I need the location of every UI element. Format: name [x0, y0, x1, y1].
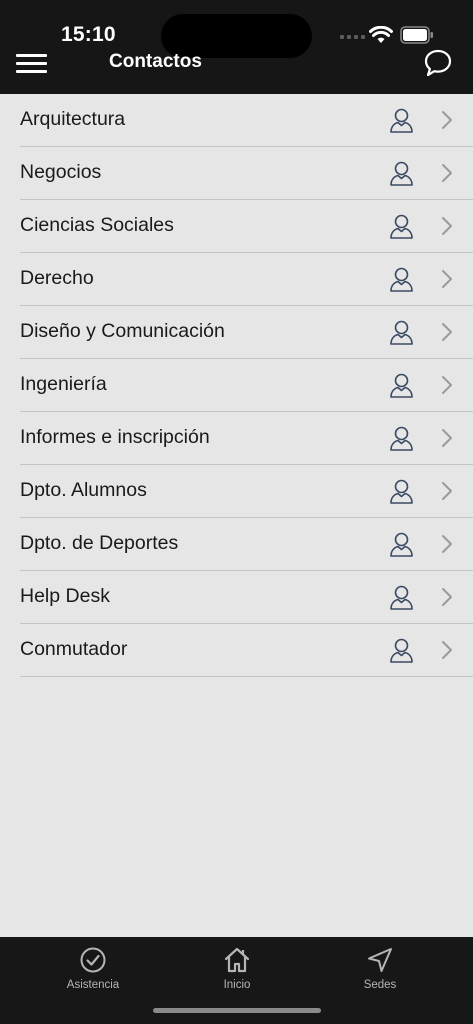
- contacts-screen: 15:10 Contactos Arquitectura Negocios Cien…: [0, 0, 473, 1024]
- person-icon[interactable]: [389, 637, 414, 668]
- person-icon[interactable]: [389, 425, 414, 456]
- person-icon[interactable]: [389, 266, 414, 297]
- contact-row[interactable]: Dpto. Alumnos: [20, 465, 473, 518]
- person-icon[interactable]: [389, 531, 414, 562]
- chevron-right-icon: [441, 163, 453, 188]
- contact-row[interactable]: Arquitectura: [20, 94, 473, 147]
- location-arrow-icon: [335, 945, 425, 975]
- person-icon[interactable]: [389, 478, 414, 509]
- contact-label: Ingeniería: [20, 373, 107, 395]
- chevron-right-icon: [441, 428, 453, 453]
- chevron-right-icon: [441, 110, 453, 135]
- tab-label: Sedes: [363, 979, 397, 991]
- contact-label: Informes e inscripción: [20, 426, 210, 448]
- contacts-list: Arquitectura Negocios Ciencias Sociales Der…: [0, 94, 473, 677]
- cellular-signal-icon: [340, 35, 365, 39]
- contact-label: Diseño y Comunicación: [20, 320, 225, 342]
- contact-label: Derecho: [20, 267, 94, 289]
- person-icon[interactable]: [389, 372, 414, 403]
- wifi-icon: [369, 26, 393, 43]
- check-circle-icon: [48, 945, 138, 975]
- person-icon[interactable]: [389, 213, 414, 244]
- contact-row[interactable]: Help Desk: [20, 571, 473, 624]
- person-icon[interactable]: [389, 584, 414, 615]
- home-icon: [192, 945, 282, 975]
- chevron-right-icon: [441, 481, 453, 506]
- chat-bubble-icon[interactable]: [423, 48, 453, 78]
- tab-sedes[interactable]: Sedes: [335, 945, 425, 991]
- person-icon[interactable]: [389, 319, 414, 350]
- page-title: Contactos: [109, 51, 202, 72]
- tab-label: Inicio: [223, 979, 251, 991]
- chevron-right-icon: [441, 640, 453, 665]
- chevron-right-icon: [441, 587, 453, 612]
- chevron-right-icon: [441, 534, 453, 559]
- status-time: 15:10: [61, 23, 116, 46]
- contact-label: Help Desk: [20, 585, 110, 607]
- contact-row[interactable]: Informes e inscripción: [20, 412, 473, 465]
- contact-row[interactable]: Ingeniería: [20, 359, 473, 412]
- tab-inicio[interactable]: Inicio: [192, 945, 282, 991]
- chevron-right-icon: [441, 322, 453, 347]
- person-icon[interactable]: [389, 160, 414, 191]
- contact-label: Negocios: [20, 161, 102, 183]
- top-header: 15:10 Contactos: [0, 0, 473, 94]
- person-icon[interactable]: [389, 107, 414, 138]
- tab-label: Asistencia: [66, 979, 120, 991]
- battery-icon: [400, 26, 433, 44]
- tab-asistencia[interactable]: Asistencia: [48, 945, 138, 991]
- contact-row[interactable]: Ciencias Sociales: [20, 200, 473, 253]
- chevron-right-icon: [441, 269, 453, 294]
- chevron-right-icon: [441, 375, 453, 400]
- home-indicator[interactable]: [153, 1008, 321, 1013]
- contact-row[interactable]: Dpto. de Deportes: [20, 518, 473, 571]
- contact-label: Conmutador: [20, 638, 128, 660]
- contact-label: Ciencias Sociales: [20, 214, 174, 236]
- contact-row[interactable]: Derecho: [20, 253, 473, 306]
- chevron-right-icon: [441, 216, 453, 241]
- hamburger-menu-icon[interactable]: [16, 52, 47, 74]
- contact-label: Arquitectura: [20, 108, 126, 130]
- contact-row[interactable]: Conmutador: [20, 624, 473, 677]
- contact-label: Dpto. de Deportes: [20, 532, 179, 554]
- contact-label: Dpto. Alumnos: [20, 479, 147, 501]
- contact-row[interactable]: Negocios: [20, 147, 473, 200]
- contact-row[interactable]: Diseño y Comunicación: [20, 306, 473, 359]
